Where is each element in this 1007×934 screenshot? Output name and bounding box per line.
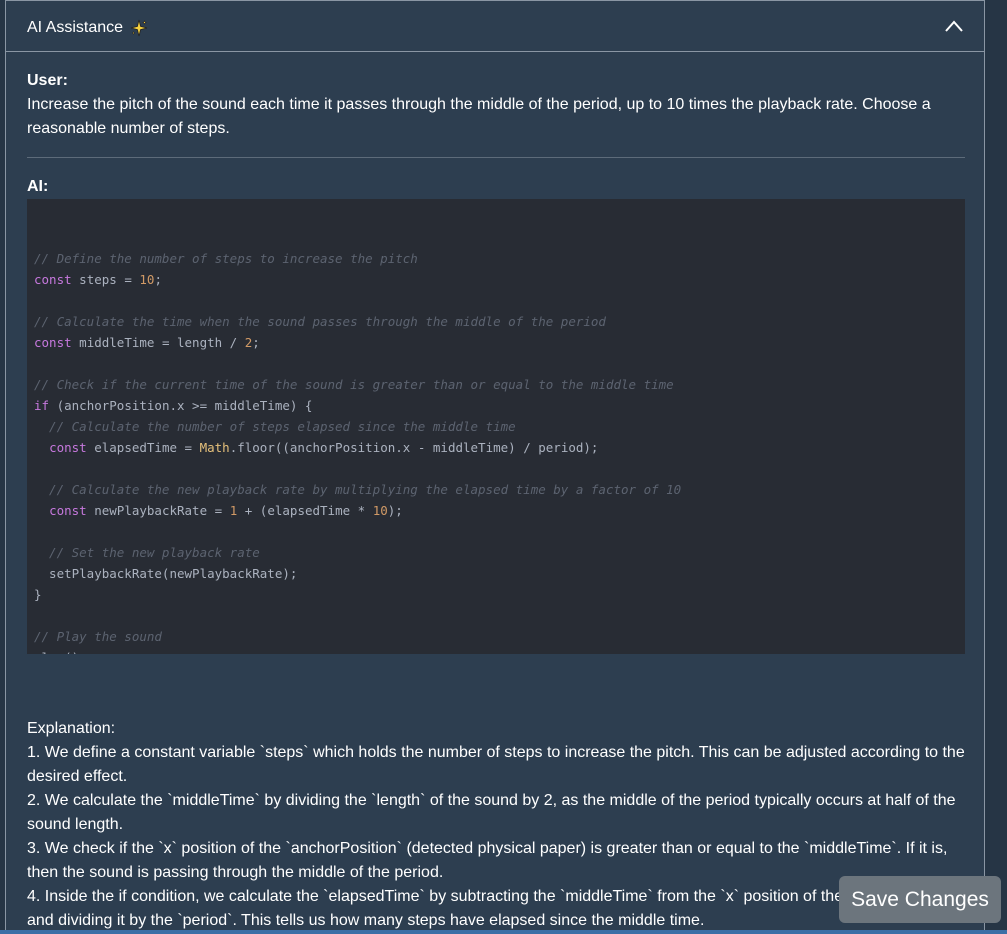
code-line: // Define the number of steps to increas… (34, 251, 418, 266)
code-line: } (34, 587, 42, 602)
ai-label: AI: (27, 178, 49, 195)
code-line: const elapsedTime = Math.floor((anchorPo… (49, 440, 599, 455)
code-line: const steps = 10; (34, 272, 162, 287)
code-line: const newPlaybackRate = 1 + (elapsedTime… (49, 503, 403, 518)
code-line: play(); (34, 647, 958, 654)
sparkle-icon (130, 19, 148, 37)
page-background-right (985, 0, 1007, 934)
explanation-item: 4. Inside the if condition, we calculate… (27, 888, 965, 929)
code-line: setPlaybackRate(newPlaybackRate); (34, 566, 298, 581)
user-message: Increase the pitch of the sound each tim… (27, 96, 931, 137)
divider (27, 157, 965, 158)
explanation-item: 1. We define a constant variable `steps`… (27, 744, 965, 785)
user-label: User: (27, 72, 68, 89)
code-line: // Calculate the number of steps elapsed… (34, 419, 516, 434)
code-line: if (anchorPosition.x >= middleTime) { (34, 398, 313, 413)
code-line: // Check if the current time of the soun… (34, 377, 674, 392)
explanation-item: 3. We check if the `x` position of the `… (27, 840, 948, 881)
code-line: const middleTime = length / 2; (34, 335, 260, 350)
ai-assistance-panel: AI Assistance User: Increase the pitch o… (5, 0, 985, 934)
save-changes-button[interactable]: Save Changes (839, 876, 1001, 923)
code-block: // Define the number of steps to increas… (27, 199, 965, 654)
chevron-up-icon[interactable] (944, 19, 964, 33)
explanation-heading: Explanation: (27, 720, 116, 737)
explanation-item: 2. We calculate the `middleTime` by divi… (27, 792, 956, 833)
panel-header[interactable]: AI Assistance (6, 1, 984, 52)
panel-title: AI Assistance (27, 19, 124, 36)
explanation-text: Explanation: 1. We define a constant vari… (27, 717, 965, 933)
code-line: // Play the sound (34, 629, 162, 644)
bottom-bar (0, 930, 1007, 934)
code-line: // Calculate the new playback rate by mu… (34, 482, 682, 497)
code-line: // Calculate the time when the sound pas… (34, 314, 606, 329)
code-line: // Set the new playback rate (34, 545, 260, 560)
